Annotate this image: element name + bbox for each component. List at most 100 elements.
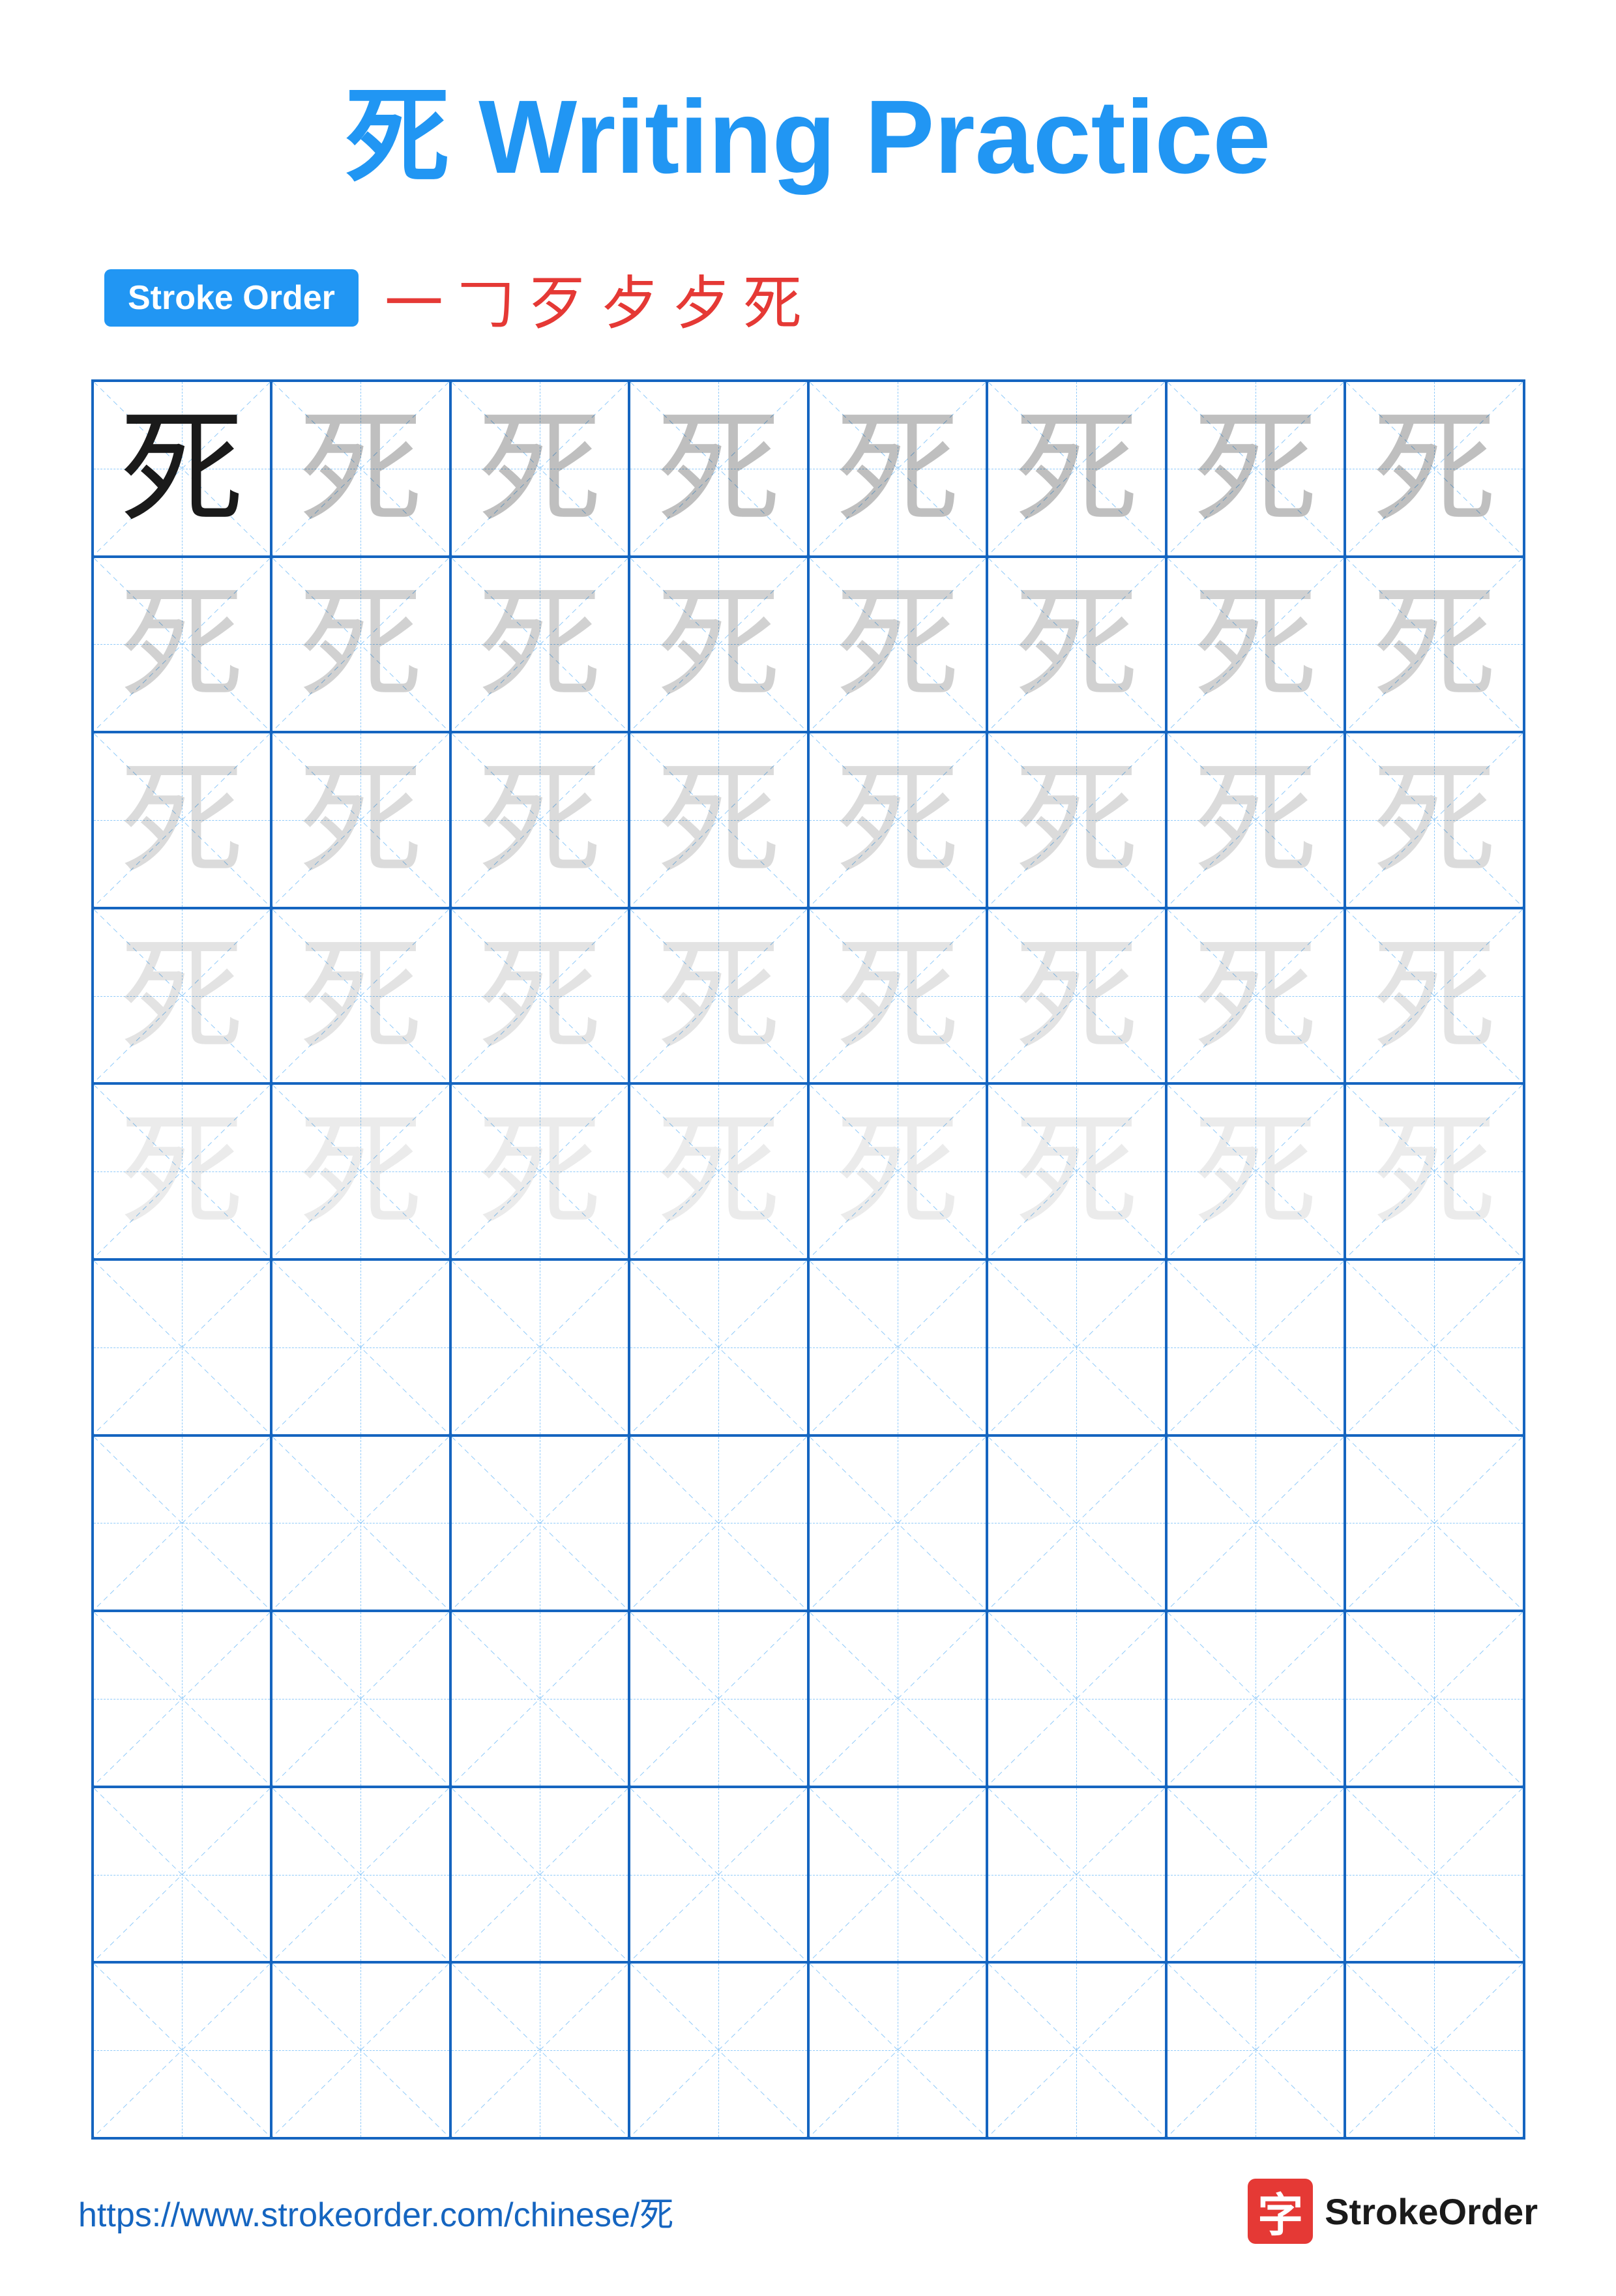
- practice-char: 死: [1194, 1110, 1317, 1233]
- grid-cell[interactable]: 死: [808, 1083, 988, 1259]
- practice-char: 死: [656, 934, 780, 1058]
- practice-char: 死: [656, 407, 780, 531]
- practice-char: 死: [478, 582, 602, 706]
- grid-cell[interactable]: 死: [1345, 732, 1524, 908]
- grid-cell[interactable]: 死: [271, 908, 450, 1084]
- grid-cell[interactable]: [1345, 1611, 1524, 1787]
- grid-cell[interactable]: [808, 1787, 988, 1963]
- grid-cell[interactable]: 死: [808, 381, 988, 557]
- grid-cell[interactable]: [1166, 1259, 1345, 1435]
- grid-cell[interactable]: 死: [93, 732, 272, 908]
- grid-cell[interactable]: [271, 1787, 450, 1963]
- grid-cell[interactable]: 死: [93, 557, 272, 733]
- grid-cell[interactable]: 死: [1166, 908, 1345, 1084]
- grid-cell[interactable]: [808, 1962, 988, 2138]
- grid-cell[interactable]: [987, 1611, 1166, 1787]
- grid-cell[interactable]: [629, 1962, 808, 2138]
- practice-char: 死: [1014, 934, 1138, 1058]
- grid-cell[interactable]: [808, 1435, 988, 1612]
- grid-cell[interactable]: 死: [808, 557, 988, 733]
- grid-cell[interactable]: 死: [93, 1083, 272, 1259]
- grid-cell[interactable]: 死: [271, 557, 450, 733]
- grid-cell[interactable]: 死: [450, 1083, 630, 1259]
- grid-cell[interactable]: [271, 1259, 450, 1435]
- grid-cell[interactable]: 死: [629, 908, 808, 1084]
- grid-cell[interactable]: [987, 1435, 1166, 1612]
- footer-brand: 字 StrokeOrder: [1248, 2179, 1538, 2244]
- stroke-1: 一: [385, 256, 443, 340]
- grid-cell[interactable]: [1345, 1259, 1524, 1435]
- practice-char: 死: [299, 1110, 422, 1233]
- grid-cell[interactable]: 死: [1345, 557, 1524, 733]
- grid-cell[interactable]: [1166, 1787, 1345, 1963]
- stroke-3: 歹: [528, 256, 587, 340]
- grid-cell[interactable]: [1166, 1962, 1345, 2138]
- grid-cell[interactable]: [987, 1259, 1166, 1435]
- grid-cell[interactable]: [987, 1787, 1166, 1963]
- grid-cell[interactable]: 死: [1166, 1083, 1345, 1259]
- grid-cell[interactable]: 死: [987, 908, 1166, 1084]
- grid-cell[interactable]: 死: [450, 732, 630, 908]
- grid-cell[interactable]: [271, 1962, 450, 2138]
- grid-cell[interactable]: [450, 1787, 630, 1963]
- grid-cell[interactable]: [93, 1259, 272, 1435]
- grid-cell[interactable]: 死: [1166, 732, 1345, 908]
- grid-cell[interactable]: [1345, 1787, 1524, 1963]
- grid-cell[interactable]: [808, 1611, 988, 1787]
- grid-cell[interactable]: 死: [93, 908, 272, 1084]
- grid-cell[interactable]: [1166, 1435, 1345, 1612]
- grid-cell[interactable]: 死: [987, 557, 1166, 733]
- grid-cell[interactable]: [629, 1435, 808, 1612]
- grid-cell[interactable]: [1166, 1611, 1345, 1787]
- grid-cell[interactable]: [450, 1435, 630, 1612]
- grid-cell[interactable]: [629, 1611, 808, 1787]
- grid-cell[interactable]: 死: [450, 381, 630, 557]
- grid-cell[interactable]: [271, 1611, 450, 1787]
- grid-cell[interactable]: 死: [1166, 381, 1345, 557]
- grid-cell[interactable]: 死: [808, 908, 988, 1084]
- grid-cell[interactable]: 死: [987, 732, 1166, 908]
- practice-char: 死: [1372, 407, 1496, 531]
- grid-cell[interactable]: [808, 1259, 988, 1435]
- grid-cell[interactable]: 死: [1345, 1083, 1524, 1259]
- grid-cell[interactable]: 死: [1166, 557, 1345, 733]
- practice-char: 死: [120, 934, 244, 1058]
- grid-cell[interactable]: 死: [450, 557, 630, 733]
- practice-char: 死: [656, 1110, 780, 1233]
- grid-cell[interactable]: [450, 1611, 630, 1787]
- grid-cell[interactable]: [1345, 1962, 1524, 2138]
- grid-cell[interactable]: [1345, 1435, 1524, 1612]
- grid-cell[interactable]: [93, 1435, 272, 1612]
- footer: https://www.strokeorder.com/chinese/死 字 …: [78, 2140, 1538, 2244]
- grid-cell[interactable]: 死: [271, 732, 450, 908]
- grid-cell[interactable]: 死: [629, 381, 808, 557]
- grid-cell[interactable]: 死: [987, 1083, 1166, 1259]
- grid-cell[interactable]: 死: [1345, 381, 1524, 557]
- grid-cell[interactable]: 死: [450, 908, 630, 1084]
- practice-char: 死: [836, 582, 960, 706]
- grid-cell[interactable]: 死: [629, 732, 808, 908]
- grid-cell[interactable]: [450, 1962, 630, 2138]
- practice-char: 死: [1194, 758, 1317, 882]
- grid-cell[interactable]: [93, 1611, 272, 1787]
- grid-cell[interactable]: [93, 1962, 272, 2138]
- grid-cell[interactable]: [987, 1962, 1166, 2138]
- practice-char: 死: [836, 758, 960, 882]
- grid-cell[interactable]: [271, 1435, 450, 1612]
- practice-char: 死: [120, 582, 244, 706]
- practice-char: 死: [1372, 934, 1496, 1058]
- grid-cell[interactable]: 死: [1345, 908, 1524, 1084]
- grid-cell[interactable]: 死: [808, 732, 988, 908]
- grid-cell[interactable]: 死: [629, 1083, 808, 1259]
- grid-cell[interactable]: 死: [629, 557, 808, 733]
- stroke-6: 死: [743, 256, 802, 340]
- grid-cell[interactable]: [629, 1787, 808, 1963]
- grid-cell[interactable]: 死: [987, 381, 1166, 557]
- practice-char: 死: [478, 758, 602, 882]
- grid-cell[interactable]: [629, 1259, 808, 1435]
- grid-cell[interactable]: 死: [271, 1083, 450, 1259]
- grid-cell[interactable]: [450, 1259, 630, 1435]
- grid-cell[interactable]: 死: [271, 381, 450, 557]
- grid-cell[interactable]: 死: [93, 381, 272, 557]
- grid-cell[interactable]: [93, 1787, 272, 1963]
